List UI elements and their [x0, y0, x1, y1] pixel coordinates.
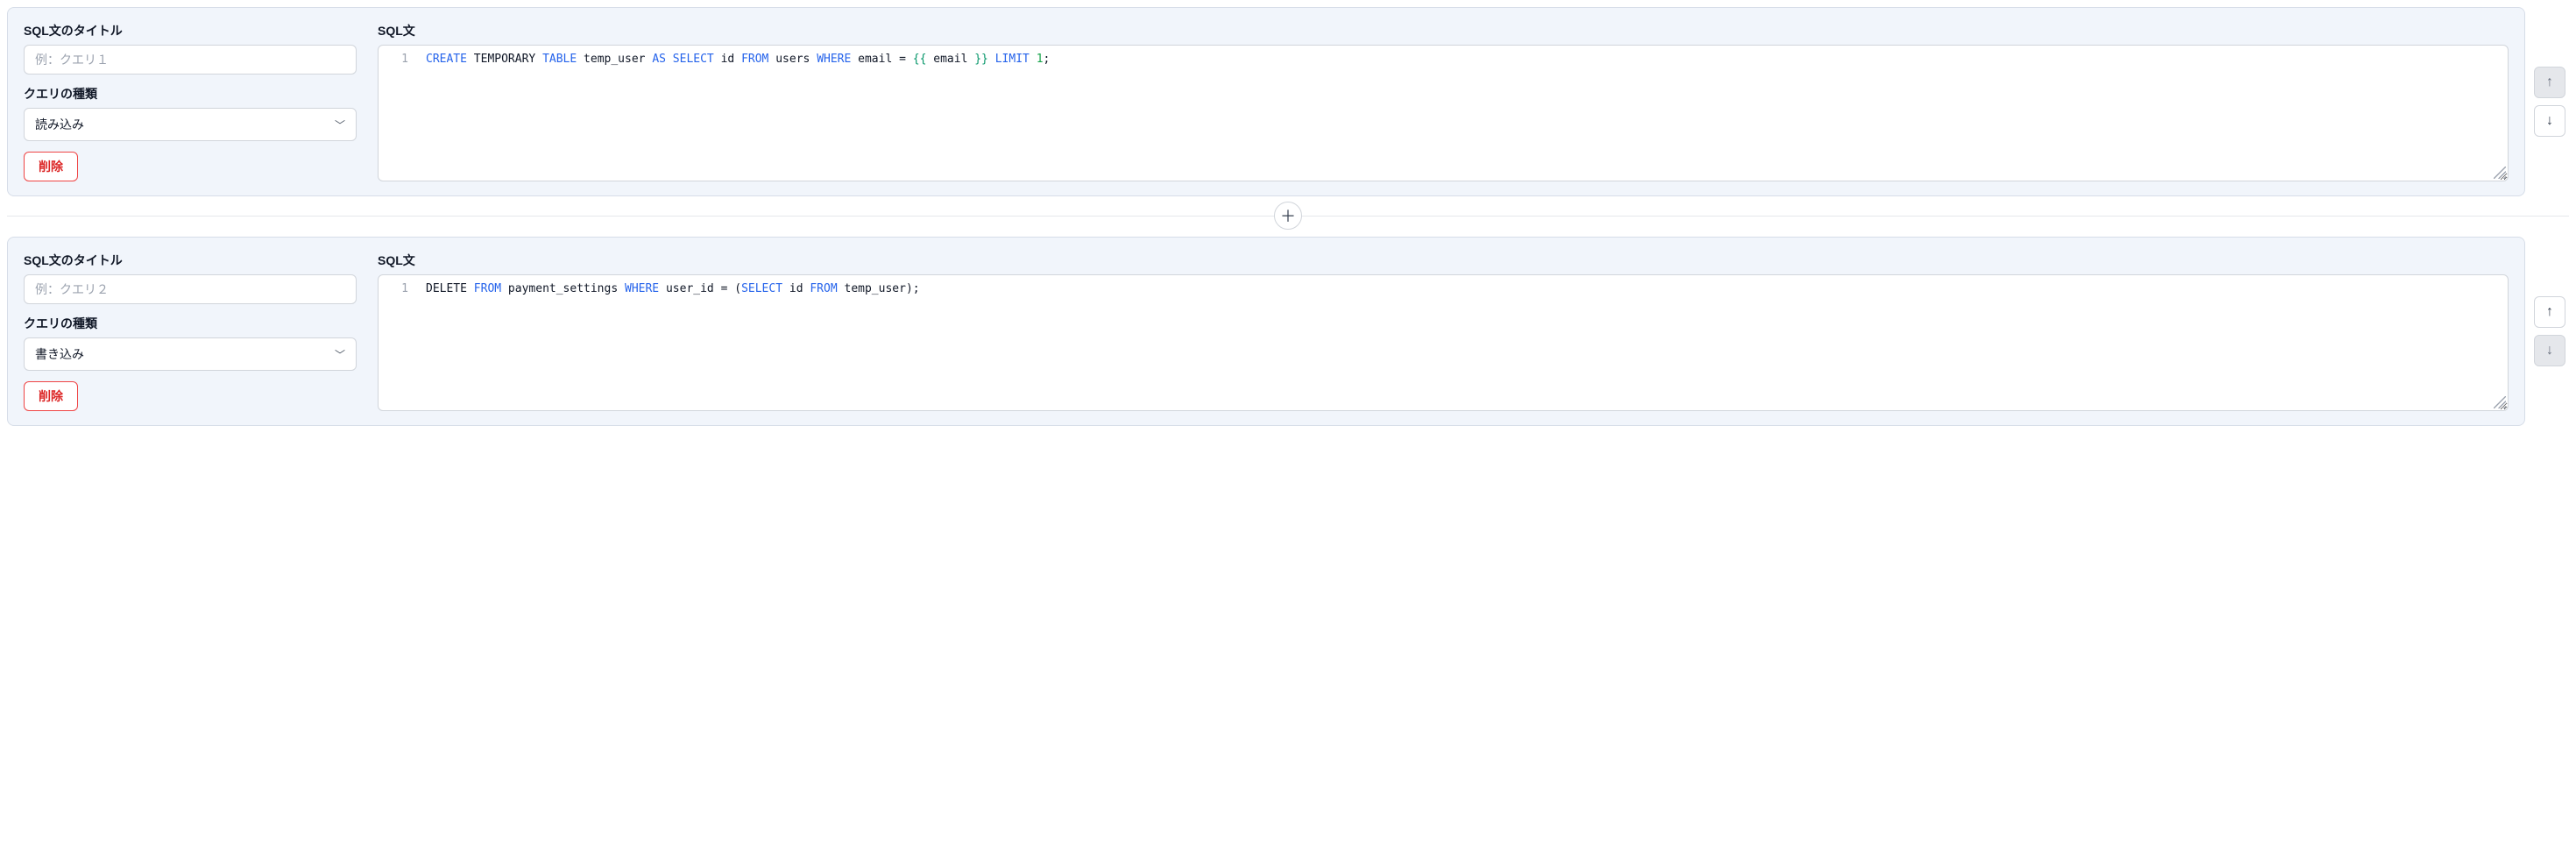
sql-code[interactable]: CREATE TEMPORARY TABLE temp_user AS SELE…	[421, 51, 2508, 68]
sql-label: SQL文	[378, 22, 2509, 39]
title-input[interactable]	[24, 274, 357, 304]
arrow-up-icon: ↑	[2546, 75, 2553, 90]
insert-divider: ＋	[7, 200, 2569, 231]
title-input[interactable]	[24, 45, 357, 75]
line-number: 1	[379, 51, 408, 68]
query-left-column: SQL文のタイトル クエリの種類 書き込み ﹀ 削除	[24, 252, 357, 411]
querytype-field-group: クエリの種類 書き込み ﹀	[24, 315, 357, 371]
querytype-value: 書き込み	[35, 345, 84, 363]
query-right-column: SQL文 1 DELETE FROM payment_settings WHER…	[378, 252, 2509, 411]
delete-button-label: 削除	[39, 387, 63, 405]
title-label: SQL文のタイトル	[24, 252, 357, 269]
plus-icon: ＋	[1280, 204, 1296, 227]
sql-editor[interactable]: 1 DELETE FROM payment_settings WHERE use…	[378, 274, 2509, 411]
move-down-button[interactable]: ↓	[2534, 105, 2565, 137]
reorder-controls: ↑ ↓	[2534, 237, 2569, 426]
query-right-column: SQL文 1 CREATE TEMPORARY TABLE temp_user …	[378, 22, 2509, 181]
arrow-up-icon: ↑	[2546, 304, 2553, 320]
chevron-down-icon: ﹀	[335, 117, 345, 132]
title-label: SQL文のタイトル	[24, 22, 357, 39]
querytype-select[interactable]: 読み込み ﹀	[24, 108, 357, 141]
sql-editor[interactable]: 1 CREATE TEMPORARY TABLE temp_user AS SE…	[378, 45, 2509, 181]
querytype-select[interactable]: 書き込み ﹀	[24, 337, 357, 371]
sql-label: SQL文	[378, 252, 2509, 269]
query-card: SQL文のタイトル クエリの種類 読み込み ﹀ 削除 SQL文 1	[7, 7, 2525, 196]
querytype-field-group: クエリの種類 読み込み ﹀	[24, 85, 357, 141]
sql-code[interactable]: DELETE FROM payment_settings WHERE user_…	[421, 280, 2508, 298]
arrow-down-icon: ↓	[2546, 113, 2553, 129]
move-up-button[interactable]: ↑	[2534, 296, 2565, 328]
query-left-column: SQL文のタイトル クエリの種類 読み込み ﹀ 削除	[24, 22, 357, 181]
delete-button[interactable]: 削除	[24, 381, 78, 411]
arrow-down-icon: ↓	[2546, 343, 2553, 359]
query-block-1: SQL文のタイトル クエリの種類 読み込み ﹀ 削除 SQL文 1	[7, 7, 2569, 196]
title-field-group: SQL文のタイトル	[24, 252, 357, 304]
sql-editor-inner: 1 CREATE TEMPORARY TABLE temp_user AS SE…	[379, 46, 2508, 68]
line-gutter: 1	[379, 51, 421, 68]
query-block-2: SQL文のタイトル クエリの種類 書き込み ﹀ 削除 SQL文 1	[7, 237, 2569, 426]
move-up-button[interactable]: ↑	[2534, 67, 2565, 98]
add-query-button[interactable]: ＋	[1274, 202, 1302, 230]
line-number: 1	[379, 280, 408, 298]
move-down-button[interactable]: ↓	[2534, 335, 2565, 366]
reorder-controls: ↑ ↓	[2534, 7, 2569, 196]
querytype-label: クエリの種類	[24, 315, 357, 332]
querytype-value: 読み込み	[35, 116, 84, 133]
query-card: SQL文のタイトル クエリの種類 書き込み ﹀ 削除 SQL文 1	[7, 237, 2525, 426]
sql-editor-inner: 1 DELETE FROM payment_settings WHERE use…	[379, 275, 2508, 298]
line-gutter: 1	[379, 280, 421, 298]
delete-button-label: 削除	[39, 158, 63, 175]
chevron-down-icon: ﹀	[335, 347, 345, 362]
delete-button[interactable]: 削除	[24, 152, 78, 181]
title-field-group: SQL文のタイトル	[24, 22, 357, 75]
resize-handle-icon	[2494, 396, 2506, 408]
querytype-label: クエリの種類	[24, 85, 357, 103]
resize-handle-icon	[2494, 167, 2506, 179]
